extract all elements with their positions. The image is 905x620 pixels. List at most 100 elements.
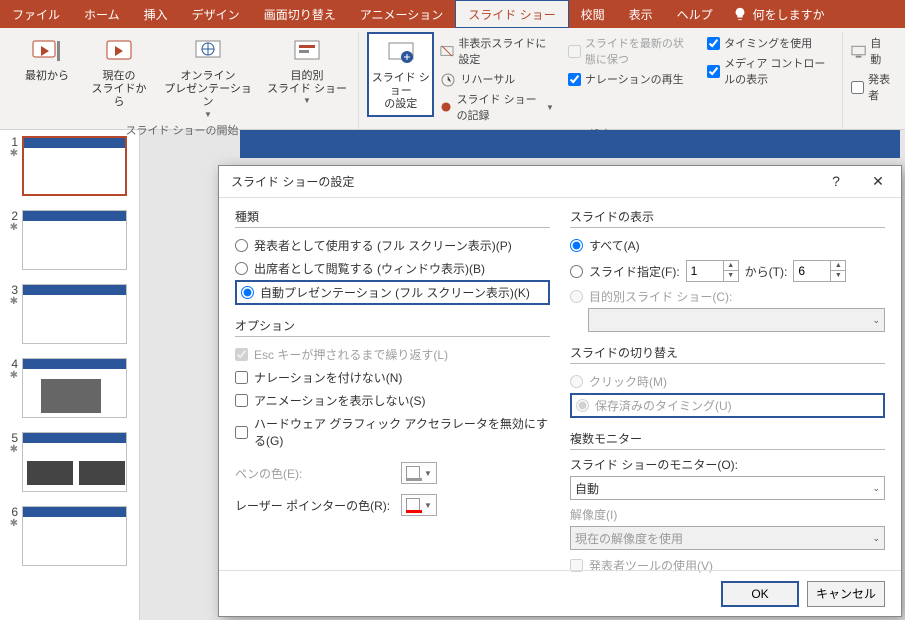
setup-slideshow-dialog: スライド ショーの設定 ? ✕ 種類 発表者として使用する (フル スクリーン表… xyxy=(218,165,902,617)
rehearse-icon xyxy=(440,71,456,87)
no-narration-checkbox[interactable]: ナレーションを付けない(N) xyxy=(235,366,550,389)
monitor-combo[interactable]: 自動⌄ xyxy=(570,476,885,500)
thumbnail-5[interactable]: 5✱ xyxy=(4,432,135,492)
thumbnail-6[interactable]: 6✱ xyxy=(4,506,135,566)
monitor-dropdown[interactable]: 自動 xyxy=(851,34,891,68)
online-label: オンライン プレゼンテーション xyxy=(160,70,256,110)
thumbnail-1[interactable]: 1✱ xyxy=(4,136,135,196)
thumbnail-4[interactable]: 4✱ xyxy=(4,358,135,418)
pen-color-button[interactable]: ▼ xyxy=(401,462,437,484)
spin-up-icon[interactable]: ▲ xyxy=(831,261,845,271)
advance-timings-radio: 保存済みのタイミング(U) xyxy=(570,393,885,418)
tab-file[interactable]: ファイル xyxy=(0,0,72,28)
dialog-title: スライド ショーの設定 xyxy=(231,173,354,190)
advance-legend: スライドの切り替え xyxy=(570,344,885,364)
animation-star-icon: ✱ xyxy=(10,148,18,159)
animation-star-icon: ✱ xyxy=(10,444,18,455)
group-monitor: 自動 発表者 xyxy=(843,32,899,129)
no-hwaccel-checkbox[interactable]: ハードウェア グラフィック アクセラレータを無効にする(G) xyxy=(235,412,550,452)
group-start: 最初から 現在の スライドから オンライン プレゼンテーション ▼ 目的別 スラ… xyxy=(6,32,359,129)
from-current-button[interactable]: 現在の スライドから xyxy=(86,32,152,113)
thumbnail-panel[interactable]: 1✱ 2✱ 3✱ 4✱ 5✱ 6✱ xyxy=(0,130,140,620)
setup-slideshow-button[interactable]: スライド ショー の設定 xyxy=(367,32,434,117)
resolution-label: 解像度(I) xyxy=(570,506,885,523)
setup-label: スライド ショー の設定 xyxy=(371,72,430,112)
online-presentation-button[interactable]: オンライン プレゼンテーション ▼ xyxy=(158,32,258,122)
laser-swatch-icon xyxy=(406,498,420,512)
tab-slideshow[interactable]: スライド ショー xyxy=(455,0,568,28)
laser-color-label: レーザー ポインターの色(R): xyxy=(235,497,395,514)
chevron-down-icon: ⌄ xyxy=(872,533,880,544)
slides-range-radio[interactable]: スライド指定(F): ▲▼ から(T): ▲▼ xyxy=(570,257,885,285)
presenter-view-checkbox[interactable]: 発表者 xyxy=(851,70,891,104)
chevron-down-icon: ▼ xyxy=(546,103,554,112)
custom-show-icon xyxy=(291,35,323,67)
range-to-spinner[interactable]: ▲▼ xyxy=(793,260,846,282)
tab-view[interactable]: 表示 xyxy=(617,0,665,28)
animation-star-icon: ✱ xyxy=(10,518,18,529)
custom-show-label: 目的別 スライド ショー xyxy=(267,70,347,96)
record-button[interactable]: スライド ショーの記録 ▼ xyxy=(440,90,553,124)
animation-star-icon: ✱ xyxy=(10,296,18,307)
tab-transitions[interactable]: 画面切り替え xyxy=(252,0,348,28)
chevron-down-icon: ⌄ xyxy=(872,315,880,326)
spin-down-icon[interactable]: ▼ xyxy=(831,271,845,281)
from-beginning-button[interactable]: 最初から xyxy=(14,32,80,86)
chevron-down-icon: ⌄ xyxy=(872,483,880,494)
play-current-icon xyxy=(103,35,135,67)
close-button[interactable]: ✕ xyxy=(863,173,893,190)
use-timings-checkbox[interactable]: タイミングを使用 xyxy=(707,34,834,52)
media-controls-checkbox[interactable]: メディア コントロールの表示 xyxy=(707,54,834,88)
monitor-legend: 複数モニター xyxy=(570,430,885,450)
keep-latest-checkbox: スライドを最新の状態に保つ xyxy=(568,34,693,68)
ribbon: 最初から 現在の スライドから オンライン プレゼンテーション ▼ 目的別 スラ… xyxy=(0,28,905,130)
slide-canvas[interactable] xyxy=(240,130,900,158)
tab-design[interactable]: デザイン xyxy=(180,0,252,28)
cancel-button[interactable]: キャンセル xyxy=(807,581,885,607)
slides-custom-radio: 目的別スライド ショー(C): xyxy=(570,285,885,308)
ok-button[interactable]: OK xyxy=(721,581,799,607)
hide-slide-button[interactable]: 非表示スライドに設定 xyxy=(440,34,553,68)
play-narration-checkbox[interactable]: ナレーションの再生 xyxy=(568,70,693,88)
range-from-spinner[interactable]: ▲▼ xyxy=(686,260,739,282)
monitor-icon xyxy=(851,43,866,59)
tab-review[interactable]: 校閲 xyxy=(569,0,617,28)
help-button[interactable]: ? xyxy=(821,173,851,190)
tab-help[interactable]: ヘルプ xyxy=(665,0,725,28)
from-beginning-label: 最初から xyxy=(25,70,69,83)
options-fieldset: オプション Esc キーが押されるまで繰り返す(L) ナレーションを付けない(N… xyxy=(235,317,550,518)
spin-up-icon[interactable]: ▲ xyxy=(724,261,738,271)
spin-down-icon[interactable]: ▼ xyxy=(724,271,738,281)
type-kiosk-radio[interactable]: 自動プレゼンテーション (フル スクリーン表示)(K) xyxy=(235,280,550,305)
thumbnail-2[interactable]: 2✱ xyxy=(4,210,135,270)
play-beginning-icon xyxy=(31,35,63,67)
tab-animations[interactable]: アニメーション xyxy=(348,0,456,28)
from-current-label: 現在の スライドから xyxy=(88,70,150,110)
record-icon xyxy=(440,99,452,115)
bulb-icon xyxy=(733,7,747,21)
thumbnail-3[interactable]: 3✱ xyxy=(4,284,135,344)
type-legend: 種類 xyxy=(235,208,550,228)
options-legend: オプション xyxy=(235,317,550,337)
slides-all-radio[interactable]: すべて(A) xyxy=(570,234,885,257)
monitor-combo-label: スライド ショーのモニター(O): xyxy=(570,456,885,473)
resolution-combo: 現在の解像度を使用⌄ xyxy=(570,526,885,550)
type-attendee-radio[interactable]: 出席者として閲覧する (ウィンドウ表示)(B) xyxy=(235,257,550,280)
slides-fieldset: スライドの表示 すべて(A) スライド指定(F): ▲▼ から(T): ▲▼ 目… xyxy=(570,208,885,332)
tell-me-search[interactable]: 何をしますか xyxy=(733,0,825,28)
rehearse-button[interactable]: リハーサル xyxy=(440,70,553,88)
animation-star-icon: ✱ xyxy=(10,222,18,233)
chevron-down-icon: ▼ xyxy=(303,96,311,106)
ribbon-tabs: ファイル ホーム 挿入 デザイン 画面切り替え アニメーション スライド ショー… xyxy=(0,0,905,28)
chevron-down-icon: ▼ xyxy=(424,469,432,478)
pen-color-label: ペンの色(E): xyxy=(235,465,395,482)
laser-color-button[interactable]: ▼ xyxy=(401,494,437,516)
monitor-fieldset: 複数モニター スライド ショーのモニター(O): 自動⌄ 解像度(I) 現在の解… xyxy=(570,430,885,577)
custom-show-combo[interactable]: ⌄ xyxy=(588,308,885,332)
tab-home[interactable]: ホーム xyxy=(72,0,132,28)
tab-insert[interactable]: 挿入 xyxy=(132,0,180,28)
type-presenter-radio[interactable]: 発表者として使用する (フル スクリーン表示)(P) xyxy=(235,234,550,257)
no-animation-checkbox[interactable]: アニメーションを表示しない(S) xyxy=(235,389,550,412)
loop-esc-checkbox: Esc キーが押されるまで繰り返す(L) xyxy=(235,343,550,366)
custom-slideshow-button[interactable]: 目的別 スライド ショー ▼ xyxy=(264,32,350,109)
